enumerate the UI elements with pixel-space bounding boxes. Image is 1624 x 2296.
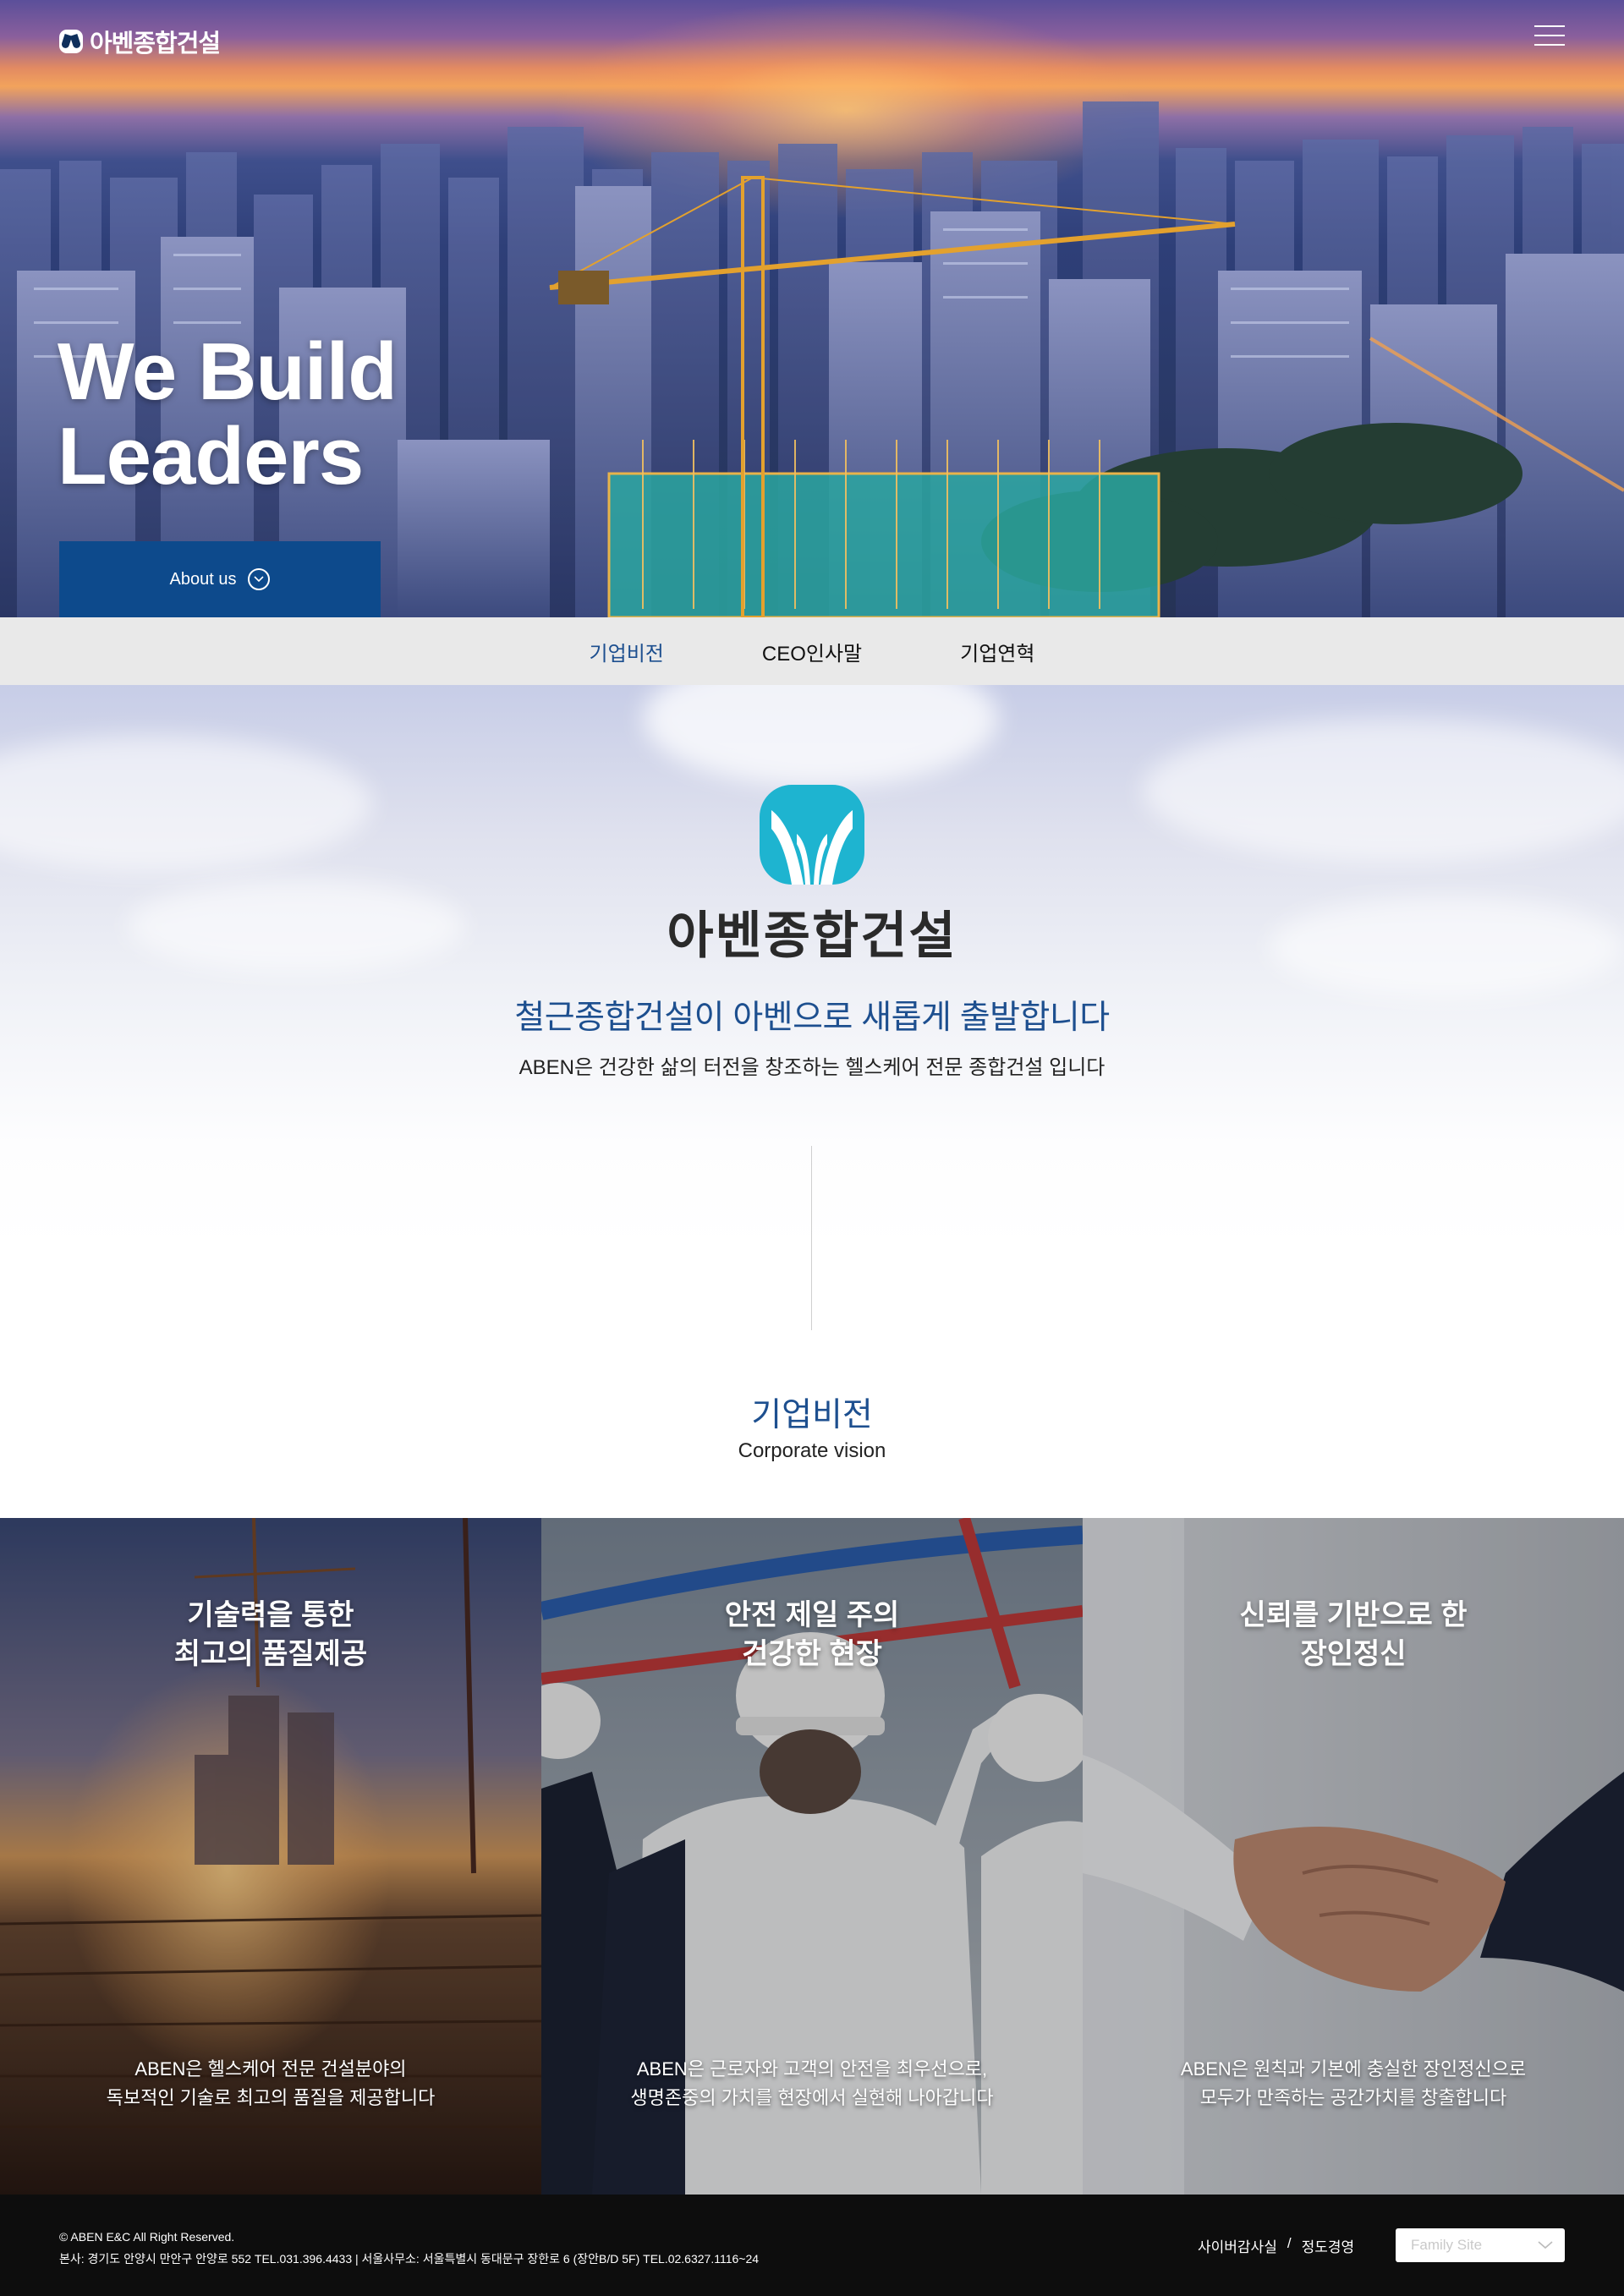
card-title-line1: 안전 제일 주의	[724, 1599, 900, 1631]
hamburger-menu-icon[interactable]	[1534, 25, 1565, 49]
vision-card-safety: 안전 제일 주의 건강한 현장 ABEN은 근로자와 고객의 안전을 최우선으로…	[541, 1518, 1083, 2195]
city-skyline-image	[0, 101, 1624, 617]
hero-headline: We Build Leaders	[58, 326, 398, 501]
intro-section: 아벤종합건설 철근종합건설이 아벤으로 새롭게 출발합니다 ABEN은 건강한 …	[0, 685, 1624, 1518]
card-text-line1: ABEN은 헬스케어 전문 건설분야의	[134, 2058, 407, 2080]
tab-corporate-vision[interactable]: 기업비전	[590, 637, 664, 666]
family-site-placeholder: Family Site	[1411, 2237, 1483, 2253]
tab-ceo-greeting[interactable]: CEO인사말	[762, 637, 862, 666]
copyright-text: © ABEN E&C All Right Reserved.	[59, 2230, 235, 2244]
card-text-line2: 독보적인 기술로 최고의 품질을 제공합니다	[106, 2087, 436, 2108]
brand-slogan: 철근종합건설이 아벤으로 새롭게 출발합니다	[514, 1000, 1110, 1036]
chevron-down-icon	[1538, 2241, 1553, 2249]
tab-company-history[interactable]: 기업연혁	[960, 637, 1034, 666]
vision-card-craftsmanship: 신뢰를 기반으로 한 장인정신 ABEN은 원칙과 기본에 충실한 장인정신으로…	[1083, 1518, 1624, 2195]
hero-headline-line1: We Build	[58, 326, 398, 417]
card-title-line1: 신뢰를 기반으로 한	[1239, 1599, 1468, 1631]
card-title: 안전 제일 주의 건강한 현장	[541, 1596, 1083, 1674]
ethics-management-link[interactable]: 정도경영	[1302, 2235, 1355, 2256]
about-us-label: About us	[169, 569, 237, 589]
footer-links: 사이버감사실 / 정도경영	[1198, 2235, 1354, 2256]
aben-emblem-icon	[760, 785, 864, 885]
aben-emblem-icon	[59, 30, 83, 53]
about-us-button[interactable]: About us	[59, 541, 381, 617]
vision-cards: 기술력을 통한 최고의 품질제공 ABEN은 헬스케어 전문 건설분야의 독보적…	[0, 1518, 1624, 2195]
card-title-line2: 최고의 품질제공	[173, 1638, 368, 1670]
vision-card-quality: 기술력을 통한 최고의 품질제공 ABEN은 헬스케어 전문 건설분야의 독보적…	[0, 1518, 541, 2195]
card-description: ABEN은 근로자와 고객의 안전을 최우선으로, 생명존중의 가치를 현장에서…	[541, 2055, 1083, 2112]
card-title-line2: 건강한 현장	[742, 1638, 882, 1670]
brand-description: ABEN은 건강한 삶의 터전을 창조하는 헬스케어 전문 종합건설 입니다	[518, 1056, 1106, 1079]
card-description: ABEN은 헬스케어 전문 건설분야의 독보적인 기술로 최고의 품질을 제공합…	[0, 2055, 541, 2112]
family-site-select[interactable]: Family Site	[1396, 2228, 1565, 2262]
hero-banner: 아벤종합건설 We Build Leaders About us	[0, 0, 1624, 617]
brand-name: 아벤종합건설	[667, 907, 957, 964]
section-subtitle: Corporate vision	[738, 1439, 886, 1462]
hero-headline-line2: Leaders	[58, 411, 364, 501]
cloud-decoration	[1142, 719, 1624, 863]
card-title: 기술력을 통한 최고의 품질제공	[0, 1596, 541, 1674]
cyber-audit-link[interactable]: 사이버감사실	[1198, 2235, 1277, 2256]
card-title: 신뢰를 기반으로 한 장인정신	[1083, 1596, 1624, 1674]
card-text-line2: 생명존중의 가치를 현장에서 실현해 나아갑니다	[630, 2087, 994, 2108]
link-separator: /	[1287, 2235, 1292, 2251]
sub-navigation: 기업비전 CEO인사말 기업연혁	[0, 617, 1624, 685]
card-title-line2: 장인정신	[1300, 1638, 1407, 1670]
card-text-line1: ABEN은 원칙과 기본에 충실한 장인정신으로	[1180, 2058, 1527, 2080]
card-text-line2: 모두가 만족하는 공간가치를 창출합니다	[1199, 2087, 1507, 2108]
section-title: 기업비전	[751, 1397, 873, 1433]
site-footer: © ABEN E&C All Right Reserved. 본사: 경기도 안…	[0, 2195, 1624, 2296]
logo-text: 아벤종합건설	[90, 30, 221, 58]
card-title-line1: 기술력을 통한	[187, 1599, 354, 1631]
vertical-divider	[811, 1146, 812, 1330]
company-address: 본사: 경기도 안양시 만안구 안양로 552 TEL.031.396.4433…	[59, 2252, 760, 2266]
cloud-decoration	[0, 736, 372, 871]
card-description: ABEN은 원칙과 기본에 충실한 장인정신으로 모두가 만족하는 공간가치를 …	[1083, 2055, 1624, 2112]
card-text-line1: ABEN은 근로자와 고객의 안전을 최우선으로,	[636, 2058, 988, 2080]
cloud-decoration	[643, 685, 998, 786]
chevron-down-circle-icon	[248, 568, 271, 590]
site-logo[interactable]: 아벤종합건설	[59, 24, 221, 59]
